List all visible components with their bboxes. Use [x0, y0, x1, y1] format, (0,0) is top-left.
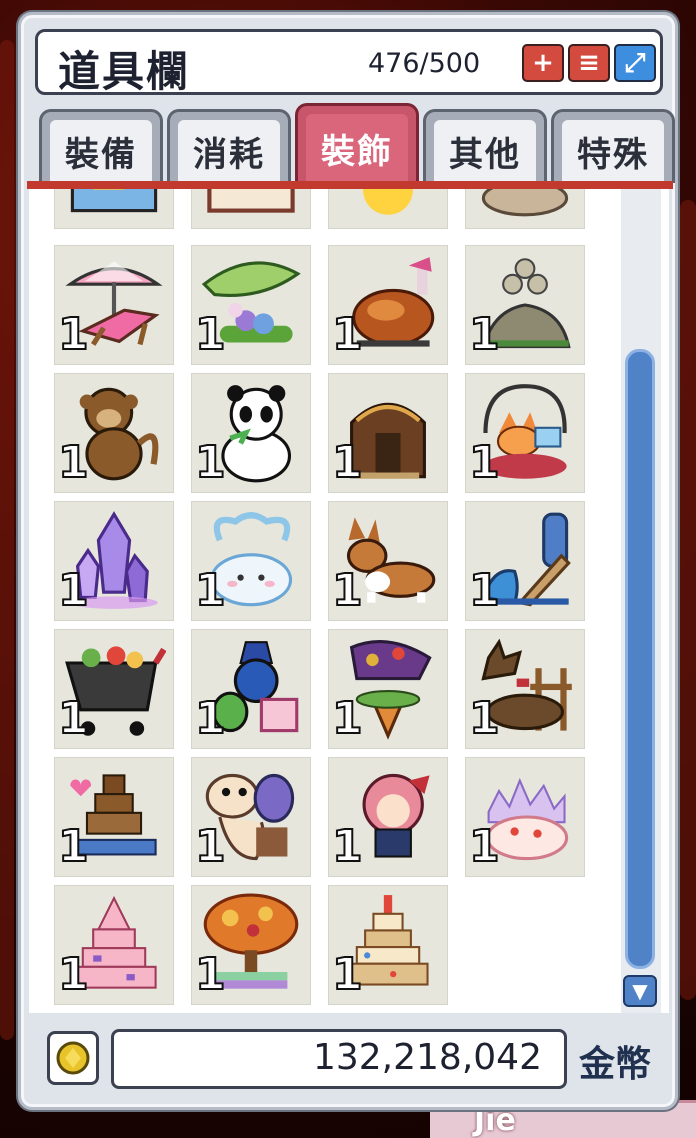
item-icon	[481, 189, 569, 217]
scroll-down-button[interactable]: ▼	[623, 975, 657, 1007]
tab-consume[interactable]: 消耗	[167, 109, 291, 183]
title-bar[interactable]: 道具欄 476/500 + ≡ ⤢	[35, 29, 663, 96]
item-quantity: 1	[194, 693, 227, 744]
item-slot[interactable]: 1	[54, 885, 174, 1005]
item-quantity: 1	[194, 949, 227, 1000]
item-icon	[363, 189, 413, 215]
item-quantity: 1	[194, 437, 227, 488]
item-slot[interactable]: 1	[54, 501, 174, 621]
item-slot[interactable]: 1	[191, 629, 311, 749]
item-quantity: 1	[194, 565, 227, 616]
item-slot[interactable]: 1	[328, 245, 448, 365]
tab-special[interactable]: 特殊	[551, 109, 675, 183]
tab-underline	[27, 181, 673, 189]
item-slot[interactable]: 1	[328, 757, 448, 877]
item-slot[interactable]: 1	[465, 373, 585, 493]
item-quantity: 1	[331, 821, 364, 872]
item-slot[interactable]: 1	[54, 245, 174, 365]
item-quantity: 1	[57, 437, 90, 488]
item-slot[interactable]: 1	[191, 373, 311, 493]
scroll-thumb[interactable]	[625, 349, 655, 969]
item-slot[interactable]: 1	[328, 501, 448, 621]
meso-label: 金幣	[579, 1044, 652, 1085]
item-quantity: 1	[194, 309, 227, 360]
tab-etc[interactable]: 其他	[423, 109, 547, 183]
meso-coin-icon	[47, 1031, 99, 1085]
item-grid: 1 1 1 1 1 1 1 1 1 1 1 1 1 1 1 1 1 1 1 1 …	[29, 189, 669, 1013]
item-slot[interactable]: 1	[191, 885, 311, 1005]
item-slot[interactable]	[465, 189, 585, 229]
meso-amount: 132,218,042	[111, 1029, 567, 1089]
item-slot[interactable]: 1	[465, 501, 585, 621]
item-slot[interactable]: 1	[191, 501, 311, 621]
item-quantity: 1	[57, 309, 90, 360]
item-quantity: 1	[468, 309, 501, 360]
item-quantity: 1	[57, 565, 90, 616]
expand-icon: ⤢	[624, 47, 646, 78]
background-lava-right	[680, 200, 696, 1000]
item-slot[interactable]: 1	[191, 245, 311, 365]
item-icon	[70, 189, 158, 213]
item-slot[interactable]	[328, 189, 448, 229]
item-quantity: 1	[331, 693, 364, 744]
item-slot[interactable]: 1	[328, 373, 448, 493]
menu-icon: ≡	[578, 48, 600, 78]
item-quantity: 1	[331, 309, 364, 360]
item-slot[interactable]: 1	[465, 245, 585, 365]
item-quantity: 1	[331, 565, 364, 616]
item-quantity: 1	[468, 565, 501, 616]
item-quantity: 1	[331, 437, 364, 488]
item-quantity: 1	[468, 437, 501, 488]
slot-capacity: 476/500	[368, 48, 481, 79]
item-slot[interactable]: 1	[328, 629, 448, 749]
item-quantity: 1	[57, 949, 90, 1000]
expand-view-button[interactable]: ⤢	[614, 44, 656, 82]
item-slot[interactable]	[54, 189, 174, 229]
item-quantity: 1	[468, 693, 501, 744]
plus-icon: +	[532, 48, 554, 78]
item-slot[interactable]: 1	[54, 629, 174, 749]
item-quantity: 1	[57, 693, 90, 744]
sort-menu-button[interactable]: ≡	[568, 44, 610, 82]
tab-equip[interactable]: 裝備	[39, 109, 163, 183]
background-lava	[0, 40, 14, 1040]
item-slot[interactable]: 1	[191, 757, 311, 877]
inventory-window: 道具欄 476/500 + ≡ ⤢ 裝備 消耗 裝飾 其他 特殊 1 1 1 1…	[18, 12, 678, 1110]
item-quantity: 1	[468, 821, 501, 872]
tab-decoration[interactable]: 裝飾	[295, 103, 419, 183]
item-slot[interactable]: 1	[54, 757, 174, 877]
item-quantity: 1	[331, 949, 364, 1000]
item-quantity: 1	[57, 821, 90, 872]
item-slot[interactable]	[191, 189, 311, 229]
item-slot[interactable]: 1	[465, 757, 585, 877]
category-tabs: 裝備 消耗 裝飾 其他 特殊	[33, 103, 675, 183]
item-icon	[207, 189, 295, 213]
chevron-down-icon: ▼	[632, 979, 648, 1003]
item-slot[interactable]: 1	[328, 885, 448, 1005]
item-slot[interactable]: 1	[54, 373, 174, 493]
item-quantity: 1	[194, 821, 227, 872]
add-slot-button[interactable]: +	[522, 44, 564, 82]
window-title: 道具欄	[58, 47, 191, 96]
scrollbar[interactable]: ▼	[621, 189, 661, 1013]
meso-bar: 132,218,042 金幣	[35, 1015, 663, 1095]
item-slot[interactable]: 1	[465, 629, 585, 749]
